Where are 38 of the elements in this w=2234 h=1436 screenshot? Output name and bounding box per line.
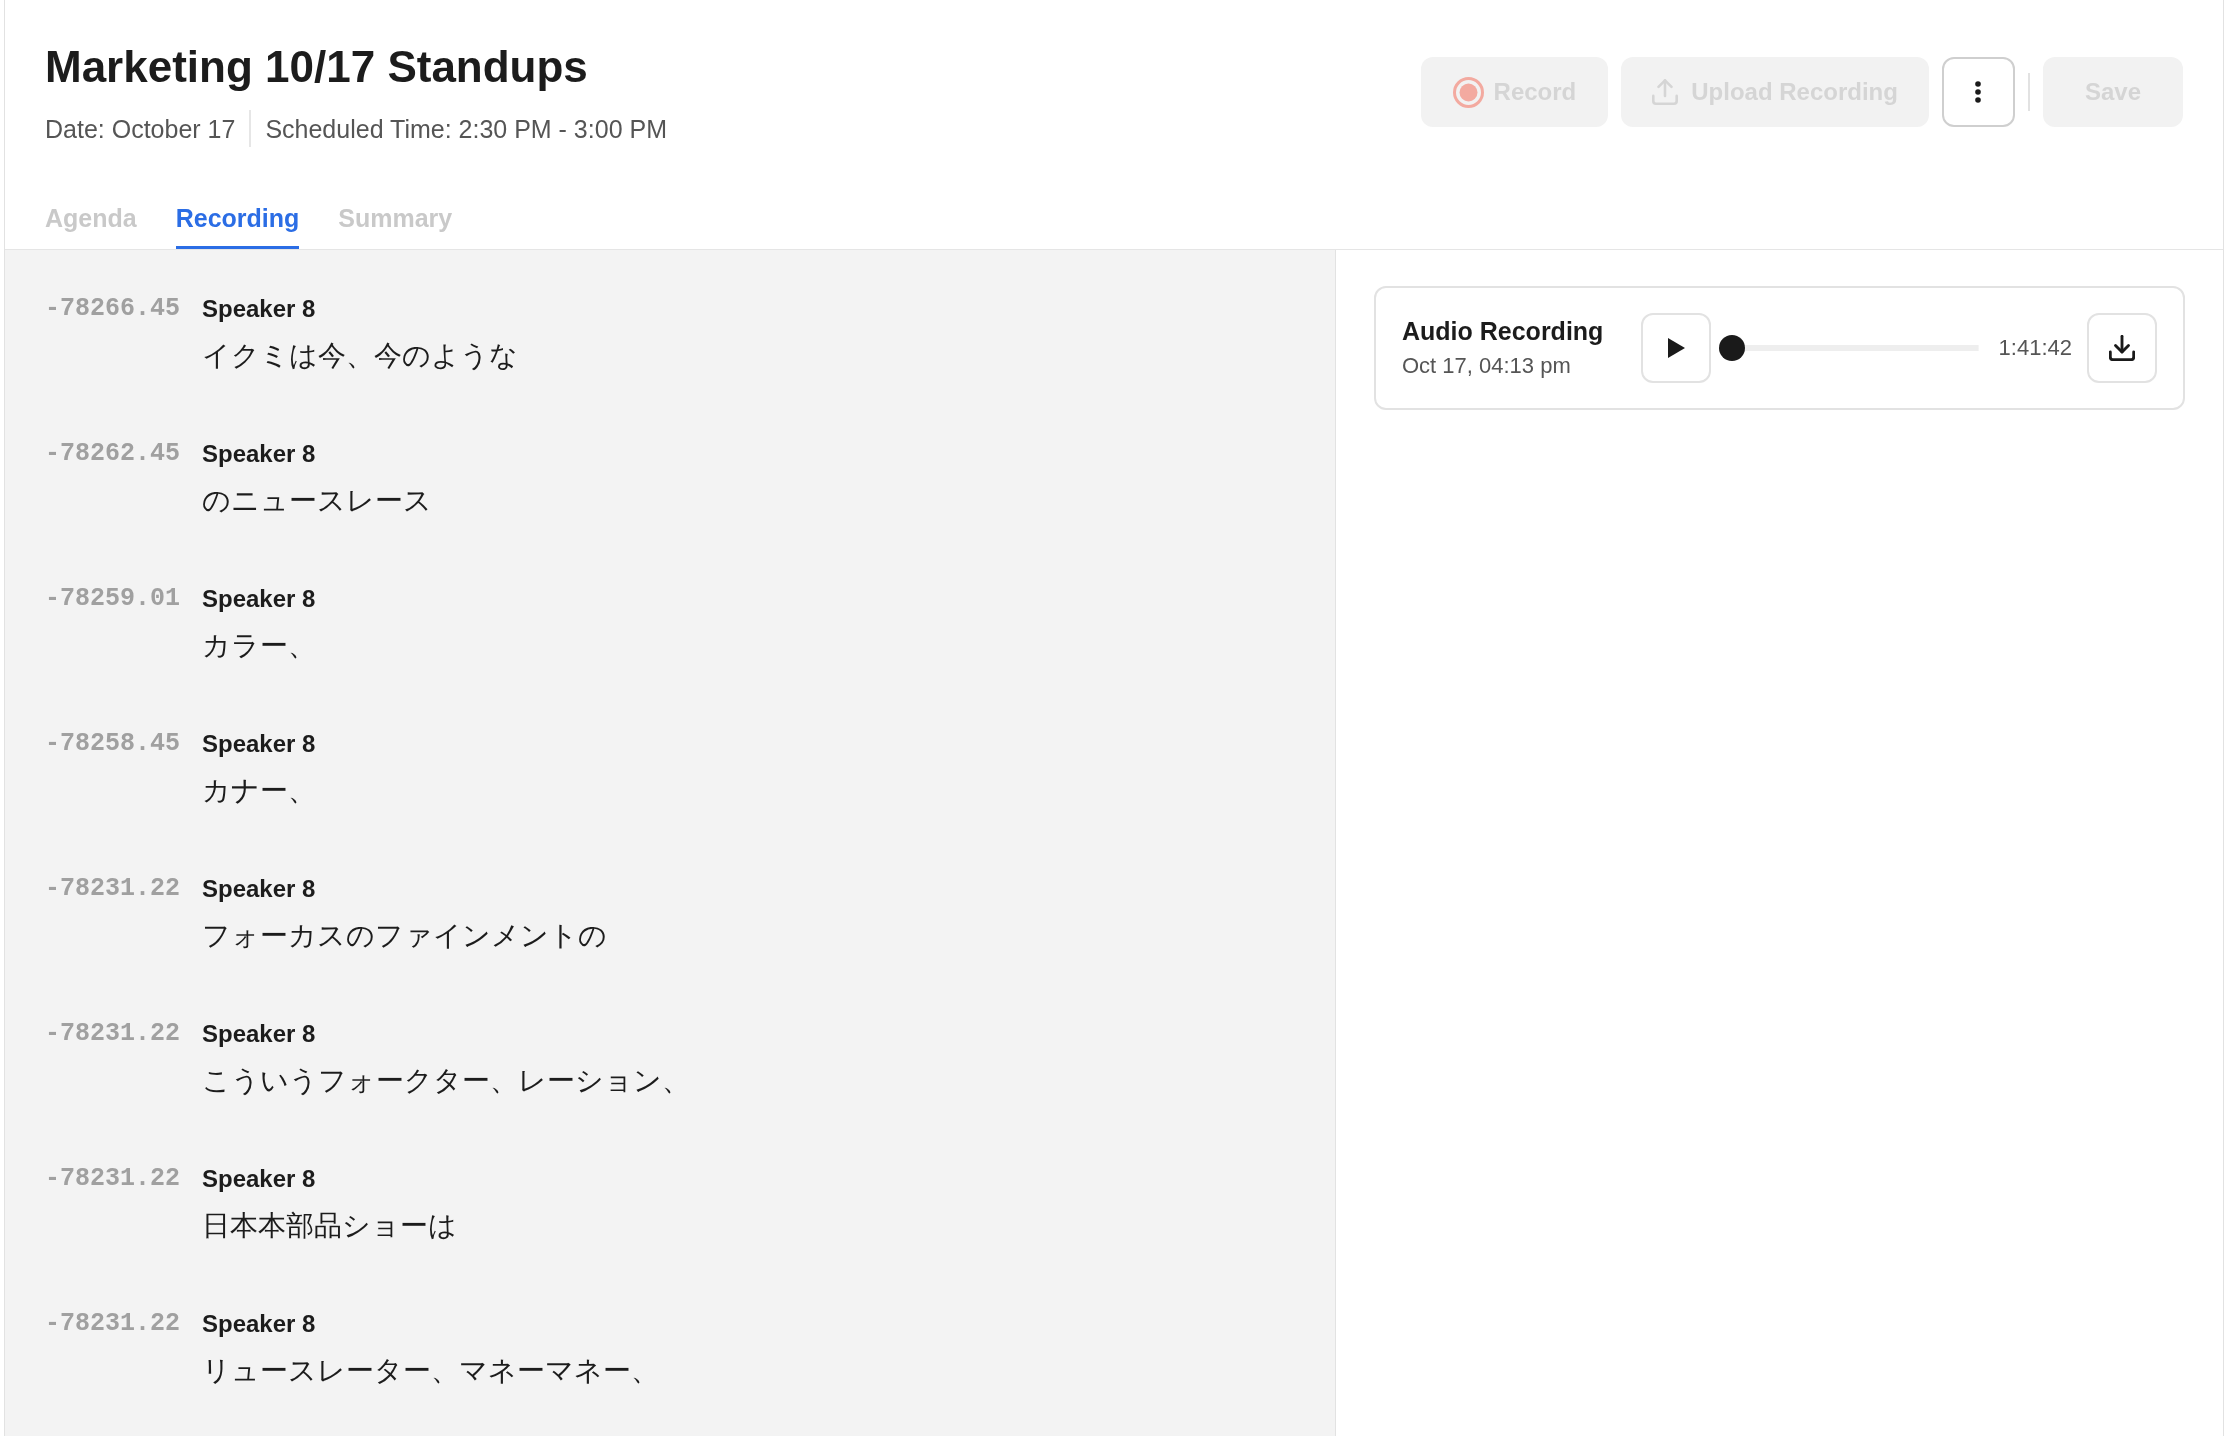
play-button[interactable]	[1641, 313, 1712, 383]
timestamp: -78231.22	[45, 1018, 182, 1050]
timestamp: -78259.01	[45, 583, 182, 615]
download-button[interactable]	[2087, 313, 2157, 383]
transcript-text: こういうフォークター、レーション、	[202, 1064, 690, 1098]
transcript-text: カナー、	[202, 774, 316, 808]
speaker-name: Speaker 8	[202, 584, 316, 614]
recording-title: Audio Recording	[1402, 316, 1604, 347]
record-icon	[1452, 76, 1484, 108]
speaker-name: Speaker 8	[202, 874, 317, 904]
meta-text: Date: October 17	[45, 113, 236, 145]
download-icon	[2109, 335, 2135, 361]
speaker-name: Speaker 8	[202, 729, 316, 759]
timestamp: -78231.22	[45, 873, 182, 905]
transcript-text: イクミは今、今のような	[202, 339, 518, 373]
speaker-name: Speaker 8	[202, 1309, 317, 1339]
transcript-text: 日本本部品ショーは	[202, 1209, 457, 1243]
transcript-text: リュースレーター、マネーマネー、	[202, 1354, 659, 1388]
transcript-text: のニュースレース	[202, 484, 432, 518]
play-icon	[1667, 338, 1685, 358]
timestamp: -78258.45	[45, 728, 182, 760]
seek-thumb[interactable]	[1719, 335, 1746, 361]
page-title: Marketing 10/17 Standups	[45, 41, 589, 93]
speaker-name: Speaker 8	[202, 1164, 317, 1194]
transcript-text: フォーカスのファインメントの	[202, 919, 607, 953]
meta-text: Scheduled Time: 2:30 PM - 3:00 PM	[265, 113, 667, 145]
recording-date: Oct 17, 04:13 pm	[1402, 352, 1572, 380]
speaker-name: Speaker 8	[202, 1019, 317, 1049]
timestamp: -78231.22	[45, 1163, 182, 1195]
upload-icon	[1652, 79, 1679, 105]
speaker-name: Speaker 8	[202, 439, 317, 469]
timestamp: -78231.22	[45, 1308, 182, 1340]
transcript-text: カラー、	[202, 629, 316, 663]
timestamp: -78262.45	[45, 438, 182, 470]
duration-text: 1:41:42	[1998, 334, 2072, 362]
speaker-name: Speaker 8	[202, 294, 317, 324]
timestamp: -78266.45	[45, 293, 182, 325]
more-options-icon	[1975, 81, 1982, 103]
